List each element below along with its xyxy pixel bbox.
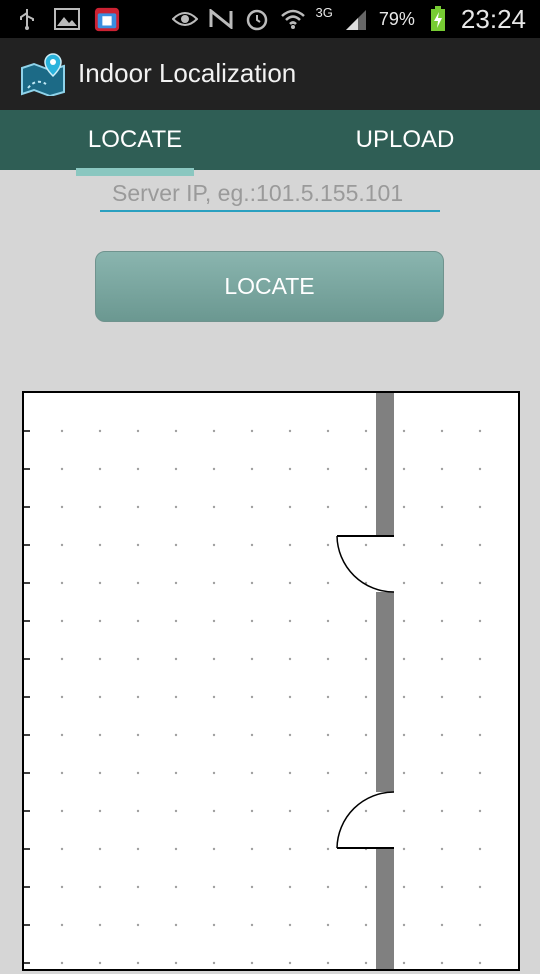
battery-percent: 79% [378, 8, 415, 29]
door-lower [336, 791, 395, 849]
tab-upload[interactable]: UPLOAD [270, 110, 540, 170]
alarm-icon [244, 6, 270, 32]
wall-segment [376, 393, 394, 536]
network-type-label: 3G [315, 5, 333, 20]
wifi-icon [280, 6, 306, 32]
floor-map[interactable] [22, 391, 520, 973]
tab-locate[interactable]: LOCATE [0, 110, 270, 170]
system-indicators: 3G 79% 23:24 [171, 0, 526, 38]
server-ip-input[interactable] [100, 176, 440, 212]
clock: 23:24 [460, 3, 526, 34]
eye-icon [171, 6, 198, 32]
nfc-icon [208, 6, 234, 32]
battery-charging-icon [425, 6, 451, 32]
grid-dots [60, 429, 482, 965]
gallery-icon [54, 6, 80, 32]
floor-plan-canvas [24, 393, 482, 973]
selected-tab-indicator [76, 168, 194, 176]
left-ruler-ticks [24, 430, 30, 964]
app-title: Indoor Localization [78, 58, 297, 88]
status-bar: 3G 79% 23:24 [0, 0, 540, 38]
notification-icons [14, 6, 120, 32]
action-bar: Indoor Localization [0, 38, 540, 110]
calendar-app-icon [94, 6, 120, 32]
locate-button[interactable]: LOCATE [95, 251, 444, 322]
usb-icon [14, 6, 40, 32]
map-pin-logo-icon [20, 52, 66, 98]
wall-segment [376, 592, 394, 792]
tab-bar: LOCATE UPLOAD [0, 110, 540, 170]
wall-segment [376, 848, 394, 973]
signal-icon [343, 6, 369, 32]
